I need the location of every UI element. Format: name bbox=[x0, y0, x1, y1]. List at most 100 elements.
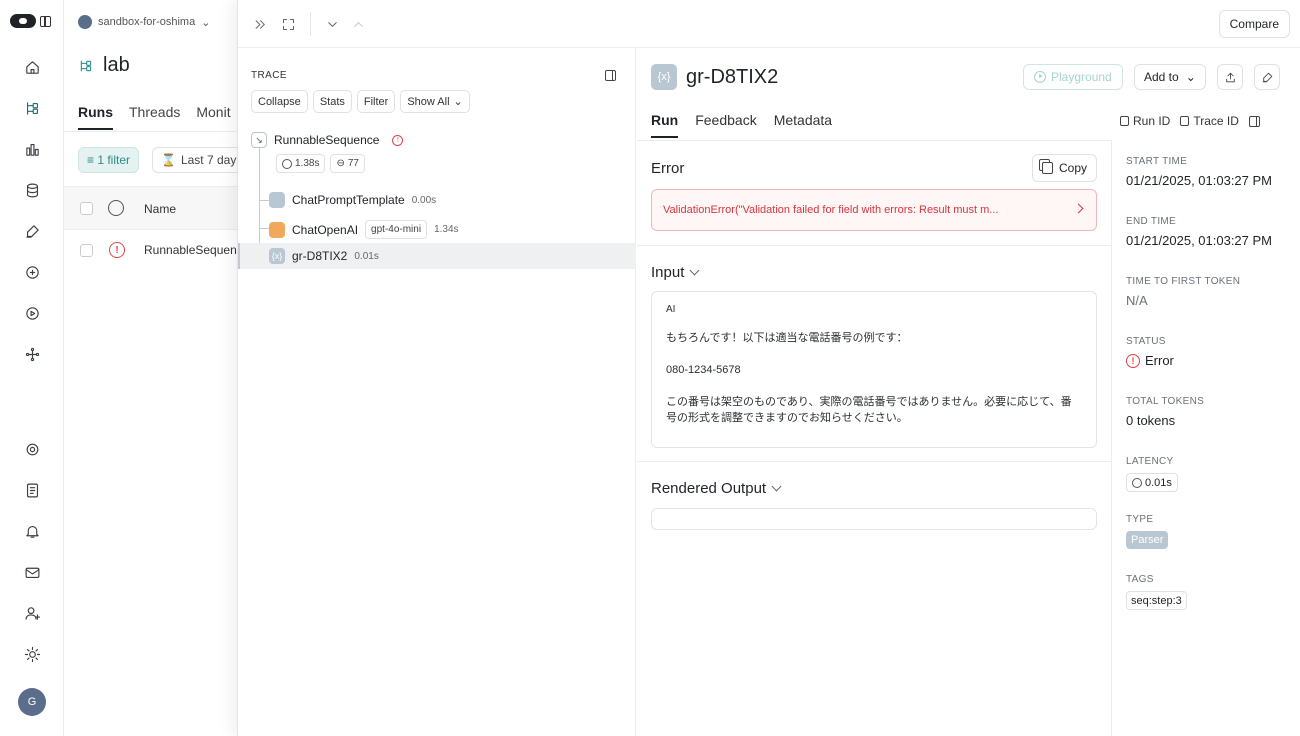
app-root: G sandbox-for-oshima ⌄ lab Runs Threads … bbox=[0, 0, 1300, 736]
hourglass-icon: ⌛ bbox=[161, 153, 176, 167]
prompts-icon[interactable] bbox=[21, 261, 43, 283]
copy-trace-id-button[interactable]: Trace ID bbox=[1180, 114, 1239, 128]
tree-node-prompt[interactable]: ChatPromptTemplate 0.00s bbox=[269, 192, 436, 208]
divider bbox=[637, 461, 1111, 462]
meta-label: END TIME bbox=[1126, 216, 1176, 227]
overlay-toolbar: Compare bbox=[238, 0, 1300, 48]
chevron-right-icon bbox=[1073, 203, 1084, 214]
chain-icon: ↘ bbox=[251, 132, 267, 148]
copy-button[interactable]: Copy bbox=[1031, 154, 1097, 182]
end-time: END TIME 01/21/2025, 01:03:27 PM bbox=[1126, 216, 1272, 248]
row-checkbox[interactable] bbox=[80, 244, 93, 257]
divider bbox=[637, 245, 1111, 246]
copy-run-id-button[interactable]: Run ID bbox=[1120, 114, 1170, 128]
invite-user-icon[interactable] bbox=[21, 602, 43, 624]
node-name: gr-D8TIX2 bbox=[292, 249, 348, 263]
monitor-icon[interactable] bbox=[21, 138, 43, 160]
chevron-down-icon[interactable] bbox=[322, 14, 342, 34]
show-all-dropdown[interactable]: Show All ⌄ bbox=[400, 90, 470, 113]
annotation-icon[interactable] bbox=[21, 220, 43, 242]
add-to-dropdown[interactable]: Add to ⌄ bbox=[1134, 64, 1206, 90]
home-icon[interactable] bbox=[21, 56, 43, 78]
meta-value: 0 tokens bbox=[1126, 413, 1176, 428]
node-duration: 1.34s bbox=[434, 224, 459, 235]
root-stats: 1.38s ⊖ 77 bbox=[276, 154, 365, 173]
date-range-button[interactable]: ⌛ Last 7 day bbox=[152, 147, 246, 173]
tree-node-root[interactable]: ↘ RunnableSequence ! bbox=[251, 132, 404, 148]
share-button[interactable] bbox=[1217, 64, 1243, 90]
playground-icon[interactable] bbox=[21, 302, 43, 324]
mail-icon[interactable] bbox=[21, 561, 43, 583]
date-range-label: Last 7 day bbox=[180, 153, 237, 167]
tab-monitor[interactable]: Monit bbox=[196, 104, 230, 130]
status-column-icon bbox=[108, 200, 124, 216]
copy-icon bbox=[1120, 116, 1129, 126]
notifications-icon[interactable] bbox=[21, 520, 43, 542]
meta-value: 01/21/2025, 01:03:27 PM bbox=[1126, 173, 1273, 188]
panel-toggle-icon[interactable] bbox=[605, 70, 616, 81]
sidebar-toggle-icon[interactable] bbox=[40, 15, 51, 27]
workspace-avatar bbox=[78, 15, 92, 29]
user-avatar[interactable]: G bbox=[18, 688, 46, 716]
input-section-toggle[interactable]: Input bbox=[651, 264, 700, 281]
deployments-icon[interactable] bbox=[21, 343, 43, 365]
run-id-label: Run ID bbox=[1133, 114, 1171, 128]
annotate-button[interactable] bbox=[1254, 64, 1280, 90]
docs-icon[interactable] bbox=[21, 479, 43, 501]
logo[interactable] bbox=[10, 14, 51, 28]
output-section-toggle[interactable]: Rendered Output bbox=[651, 480, 782, 497]
select-all-checkbox[interactable] bbox=[80, 202, 93, 215]
tab-metadata[interactable]: Metadata bbox=[774, 112, 832, 138]
project-tabs: Runs Threads Monit bbox=[78, 104, 231, 130]
trace-id-label: Trace ID bbox=[1193, 114, 1239, 128]
meta-label: START TIME bbox=[1126, 156, 1188, 167]
compare-button[interactable]: Compare bbox=[1218, 10, 1290, 38]
tab-feedback[interactable]: Feedback bbox=[695, 112, 756, 138]
token-value: 77 bbox=[347, 158, 359, 169]
divider bbox=[637, 140, 1111, 141]
trace-toolbar: Collapse Stats Filter Show All ⌄ bbox=[251, 90, 470, 113]
run-title-text: gr-D8TIX2 bbox=[686, 65, 779, 88]
token-chip: ⊖ 77 bbox=[330, 154, 365, 173]
stats-button[interactable]: Stats bbox=[312, 90, 352, 113]
name-column-header[interactable]: Name bbox=[144, 202, 176, 216]
input-content: AI もちろんです！以下は適当な電話番号の例です： 080-1234-5678 … bbox=[651, 291, 1097, 448]
tree-connector bbox=[259, 146, 260, 258]
table-row-name[interactable]: RunnableSequence bbox=[144, 243, 238, 257]
status: STATUS ! Error bbox=[1126, 336, 1174, 368]
tab-run[interactable]: Run bbox=[651, 112, 679, 138]
tab-runs[interactable]: Runs bbox=[78, 104, 113, 130]
pencil-icon bbox=[1262, 72, 1272, 82]
collapse-button[interactable]: Collapse bbox=[251, 90, 308, 113]
message-line: この番号は架空のものであり、実際の電話番号ではありません。必要に応じて、番号の形… bbox=[666, 395, 1072, 424]
tag-chip[interactable]: seq:step:3 bbox=[1126, 591, 1187, 610]
close-panel-icon[interactable] bbox=[250, 14, 270, 34]
node-name: ChatOpenAI bbox=[292, 222, 359, 237]
tree-connector bbox=[259, 200, 269, 201]
theme-toggle-icon[interactable] bbox=[21, 643, 43, 665]
chevron-down-icon bbox=[771, 481, 782, 492]
toggle-metadata-panel-icon[interactable] bbox=[1248, 115, 1260, 127]
filter-button[interactable]: Filter bbox=[356, 90, 396, 113]
datasets-icon[interactable] bbox=[21, 179, 43, 201]
expand-icon[interactable] bbox=[278, 14, 298, 34]
copy-icon bbox=[1041, 162, 1053, 174]
workspace-switcher[interactable]: sandbox-for-oshima ⌄ bbox=[78, 15, 210, 29]
node-duration: 0.00s bbox=[411, 194, 437, 206]
chevron-up-icon[interactable] bbox=[348, 14, 368, 34]
tree-node-llm[interactable]: ChatOpenAI gpt-4o-mini 1.34s bbox=[269, 220, 459, 239]
tree-node-parser[interactable]: {x} gr-D8TIX2 0.01s bbox=[269, 248, 379, 264]
status-text: Error bbox=[1145, 353, 1174, 368]
chevron-down-icon: ⌄ bbox=[453, 96, 463, 108]
error-message[interactable]: ValidationError("Validation failed for f… bbox=[651, 189, 1097, 231]
filter-button[interactable]: ≡ 1 filter bbox=[78, 147, 140, 173]
clock-icon bbox=[1132, 477, 1142, 488]
tab-threads[interactable]: Threads bbox=[129, 104, 180, 130]
node-name: RunnableSequence bbox=[274, 133, 380, 147]
filter-icon: ≡ bbox=[87, 153, 98, 167]
total-tokens: TOTAL TOKENS 0 tokens bbox=[1126, 396, 1204, 428]
trace-overlay: Compare TRACE Collapse Stats Filter Show… bbox=[237, 0, 1300, 736]
project-icon bbox=[80, 60, 92, 71]
settings-icon[interactable] bbox=[21, 438, 43, 460]
tracing-projects-icon[interactable] bbox=[21, 97, 43, 119]
